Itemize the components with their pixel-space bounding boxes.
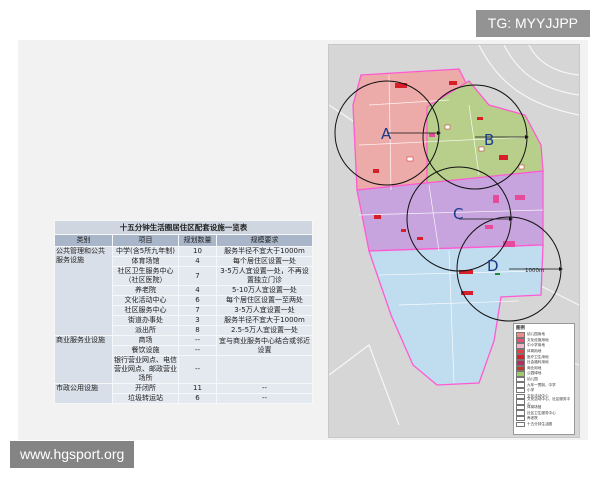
table-row: 公共管理和公共服务设施 中学(含5所九年制) 10 服务半径不宜大于1000m [54, 246, 313, 336]
legend-label: 幼儿园 [527, 377, 538, 382]
count-cell: 4 [178, 285, 217, 296]
count-cell: -- [178, 335, 217, 346]
requirement-cell: 2.5-5万人宜设置一处 [216, 325, 313, 336]
table-header-row: 类别 项目 规划数量 规模要求 [54, 234, 313, 247]
facilities-table: 十五分钟生活圈居住区配套设施一览表 类别 项目 规划数量 规模要求 公共管理和公… [54, 220, 313, 404]
count-cell: 11 [178, 383, 217, 394]
requirement-cell: 每个居住区设置一处 [216, 256, 313, 267]
requirement-cell: 3-5万人宜设置一处，不再设置独立门诊 [216, 266, 313, 286]
item-cell: 体育场馆 [112, 256, 179, 267]
legend-title: 图例 [516, 326, 525, 331]
tg-watermark: TG: MYYJJPP [475, 10, 590, 37]
header-category: 类别 [54, 234, 113, 247]
count-cell: 7 [178, 305, 217, 316]
legend-label: 幼儿园用地 [527, 332, 545, 337]
item-cell: 银行营业网点、电信营业网点、邮政营业场所 [112, 355, 179, 384]
legend-label: 十五分钟生活圈 [527, 421, 553, 426]
requirement-cell: 服务半径不宜大于1000m [216, 315, 313, 326]
count-cell: -- [178, 345, 217, 356]
site-watermark: www.hgsport.org [10, 441, 135, 468]
item-cell: 中学(含5所九年制) [112, 246, 179, 257]
distance-label: 1000m [525, 268, 544, 274]
zone-label-b: B [484, 131, 494, 149]
category-cell: 商业服务业设施 [54, 335, 113, 384]
item-cell: 养老院 [112, 285, 179, 296]
requirement-cell: -- [216, 393, 313, 404]
count-cell: 10 [178, 246, 217, 257]
requirement-cell: 服务半径不宜大于1000m [216, 246, 313, 257]
item-cell: 社区卫生服务中心（社区医院） [112, 266, 179, 286]
item-cell: 社区服务中心 [112, 305, 179, 316]
count-cell: 6 [178, 295, 217, 306]
item-cell: 派出所 [112, 325, 179, 336]
zone-label-d: D [487, 257, 499, 275]
requirement-cell: 3-5万人宜设置一处 [216, 305, 313, 316]
count-cell: 6 [178, 393, 217, 404]
header-item: 项目 [112, 234, 179, 247]
map-legend: 图例 幼儿园用地 文化设施用地 中小学用地 体育用地 医疗卫生用地 社会福利用地 商业用地公… [513, 323, 575, 435]
item-cell: 垃圾转运站 [112, 393, 179, 404]
legend-label: 公园绿地 [527, 371, 542, 376]
item-cell: 开闭所 [112, 383, 179, 394]
legend-label: 社会福利用地 [527, 360, 549, 365]
header-count: 规划数量 [178, 234, 217, 247]
count-cell: 3 [178, 315, 217, 326]
count-cell: 4 [178, 256, 217, 267]
category-cell: 公共管理和公共服务设施 [54, 246, 113, 336]
requirement-cell: -- [216, 383, 313, 394]
table-row: 商业服务业设施 商场 -- 宜与商业服务中心结合或邻近设置 [54, 335, 313, 384]
legend-label: 医疗卫生用地 [527, 354, 549, 359]
legend-label: 九年一贯制、中学 [527, 382, 556, 387]
requirement-cell [216, 355, 313, 384]
zone-label-a: A [381, 125, 392, 143]
requirement-cell: 每个居住区设置一至两处 [216, 295, 313, 306]
item-cell: 街道办事处 [112, 315, 179, 326]
legend-label: 中小学用地 [527, 343, 545, 348]
item-cell: 文化活动中心 [112, 295, 179, 306]
zone-label-c: C [453, 205, 463, 223]
count-cell: -- [178, 355, 217, 384]
planning-map: A B C D 1000m 图例 幼儿园用地 文化设施用地 中小学用地 体育用地 医疗卫… [328, 44, 580, 438]
item-cell: 餐饮设施 [112, 345, 179, 356]
requirement-cell: 宜与商业服务中心结合或邻近设置 [216, 335, 313, 356]
legend-label: 体育场馆 [527, 405, 542, 410]
count-cell: 8 [178, 325, 217, 336]
table-row: 市政公用设施 开闭所 11 -- [54, 383, 313, 404]
header-requirement: 规模要求 [216, 234, 313, 247]
requirement-cell: 5-10万人宜设置一处 [216, 285, 313, 296]
count-cell: 7 [178, 266, 217, 286]
legend-label: 体育用地 [527, 349, 542, 354]
legend-label: 养老院 [527, 416, 538, 421]
category-cell: 市政公用设施 [54, 383, 113, 404]
table-title: 十五分钟生活圈居住区配套设施一览表 [54, 220, 313, 235]
item-cell: 商场 [112, 335, 179, 346]
legend-swatch [516, 421, 525, 428]
legend-item: 十五分钟生活圈 [516, 421, 572, 428]
legend-label: 小学 [527, 388, 535, 393]
legend-label: 社区卫生服务中心 [527, 410, 556, 415]
